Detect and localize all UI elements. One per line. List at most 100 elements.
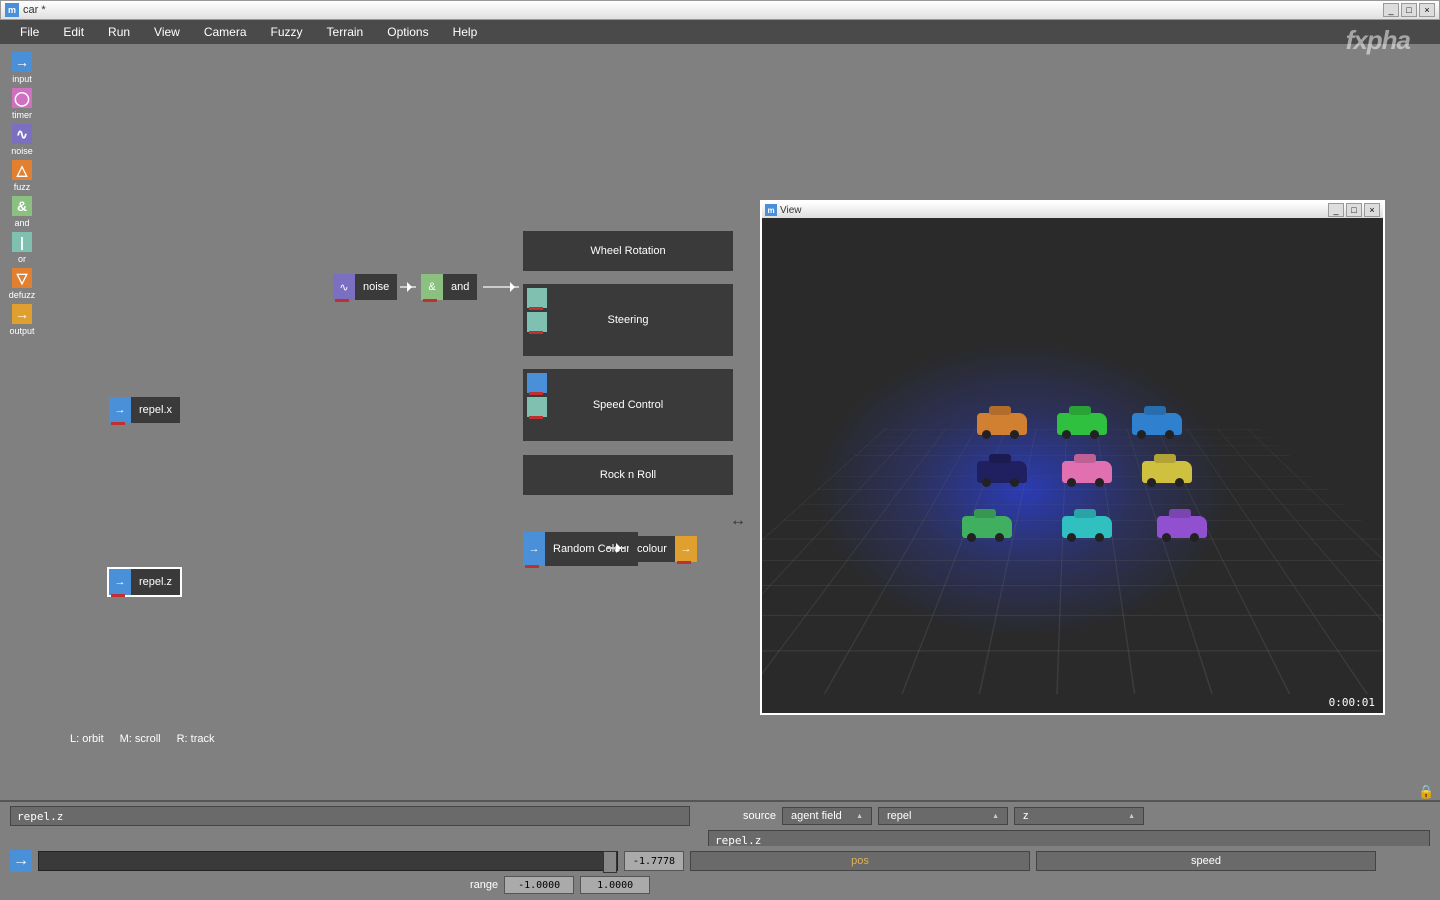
source-panel: 🔒 source agent field▲ repel▲ z▲	[0, 800, 1440, 846]
hint-middle: M: scroll	[120, 733, 161, 745]
node-label: noise	[355, 274, 397, 300]
tool-or[interactable]: |or	[12, 232, 32, 264]
range-max[interactable]: 1.0000	[580, 876, 650, 894]
hint-left: L: orbit	[70, 733, 104, 745]
minimize-button[interactable]: _	[1328, 203, 1344, 217]
group-label: Rock n Roll	[600, 469, 656, 481]
hint-right: R: track	[177, 733, 215, 745]
value-slider[interactable]	[38, 851, 618, 871]
car-agent[interactable]	[1157, 516, 1207, 538]
range-min[interactable]: -1.0000	[504, 876, 574, 894]
car-agent[interactable]	[962, 516, 1012, 538]
menu-fuzzy[interactable]: Fuzzy	[259, 25, 315, 39]
title-bar: m car * _ □ ×	[0, 0, 1440, 20]
slider-handle[interactable]	[603, 851, 617, 873]
and-icon: &	[421, 274, 443, 300]
tool-label: input	[12, 74, 32, 84]
tool-noise[interactable]: ∿ noise	[11, 124, 33, 156]
speed-button[interactable]: speed	[1036, 851, 1376, 871]
node-and[interactable]: & and	[421, 274, 477, 300]
menu-options[interactable]: Options	[375, 25, 440, 39]
chevron-up-icon: ▲	[856, 813, 863, 820]
node-noise[interactable]: ∿ noise	[333, 274, 397, 300]
car-agent[interactable]	[1132, 413, 1182, 435]
fuzz-icon: △	[12, 160, 32, 180]
tool-and[interactable]: &and	[12, 196, 32, 228]
tool-input[interactable]: → input	[12, 52, 32, 84]
group-label: Wheel Rotation	[590, 245, 665, 257]
menu-view[interactable]: View	[142, 25, 192, 39]
car-agent[interactable]	[1142, 461, 1192, 483]
node-repel-x[interactable]: → repel.x	[109, 397, 180, 423]
timer-icon: ◯	[12, 88, 32, 108]
or-icon	[527, 288, 547, 308]
tool-palette: → input ◯ timer ∿ noise △ fuzz&and |or ▽ defuzz → ou…	[6, 52, 38, 336]
noise-icon: ∿	[333, 274, 355, 300]
menu-file[interactable]: File	[8, 25, 51, 39]
menu-edit[interactable]: Edit	[51, 25, 96, 39]
car-agent[interactable]	[1062, 461, 1112, 483]
tool-label: defuzz	[9, 290, 36, 300]
tool-label: or	[18, 254, 26, 264]
slider-type-icon[interactable]: →	[10, 850, 32, 872]
group-speed-control[interactable]: Speed Control	[523, 369, 733, 441]
slider-value[interactable]: -1.7778	[624, 851, 684, 871]
view-window[interactable]: m View _ □ × 0:00:01	[760, 200, 1385, 715]
resize-handle-icon[interactable]: ↔	[730, 512, 746, 530]
group-wheel-rotation[interactable]: Wheel Rotation	[523, 231, 733, 271]
view-title: View	[780, 205, 1328, 216]
defuzz-icon: ▽	[12, 268, 32, 288]
group-label: Steering	[608, 314, 649, 326]
input-icon: →	[523, 532, 545, 566]
bottom-bar: → -1.7778 pos speed range -1.0000 1.0000	[0, 846, 1440, 900]
range-label: range	[470, 879, 498, 891]
watermark: fxpha	[1346, 25, 1410, 56]
maximize-button[interactable]: □	[1401, 3, 1417, 17]
source-select-3[interactable]: z▲	[1014, 807, 1144, 825]
window-title: car *	[23, 4, 1383, 16]
viewport-3d[interactable]: 0:00:01	[762, 218, 1383, 713]
car-agent[interactable]	[1062, 516, 1112, 538]
menu-run[interactable]: Run	[96, 25, 142, 39]
pos-button[interactable]: pos	[690, 851, 1030, 871]
tool-output[interactable]: → output	[9, 304, 34, 336]
tool-label: fuzz	[14, 182, 31, 192]
tool-timer[interactable]: ◯ timer	[12, 88, 32, 120]
chevron-up-icon: ▲	[992, 813, 999, 820]
view-titlebar[interactable]: m View _ □ ×	[762, 202, 1383, 218]
tool-defuzz[interactable]: ▽ defuzz	[9, 268, 36, 300]
menu-terrain[interactable]: Terrain	[315, 25, 376, 39]
tool-label: timer	[12, 110, 32, 120]
tool-label: output	[9, 326, 34, 336]
tool-label: noise	[11, 146, 33, 156]
source-select-2[interactable]: repel▲	[878, 807, 1008, 825]
car-agent[interactable]	[977, 413, 1027, 435]
input-icon: →	[12, 52, 32, 72]
maximize-button[interactable]: □	[1346, 203, 1362, 217]
logo-icon: m	[5, 3, 19, 17]
noise-icon: ∿	[12, 124, 32, 144]
car-agent[interactable]	[1057, 413, 1107, 435]
name-field-left[interactable]	[10, 806, 690, 826]
source-select-1[interactable]: agent field▲	[782, 807, 872, 825]
menubar: FileEditRunViewCameraFuzzyTerrainOptions…	[0, 20, 1440, 44]
car-agent[interactable]	[977, 461, 1027, 483]
connector	[483, 286, 519, 288]
close-button[interactable]: ×	[1364, 203, 1380, 217]
tool-fuzz[interactable]: △ fuzz	[12, 160, 32, 192]
menu-help[interactable]: Help	[441, 25, 490, 39]
tool-label: and	[14, 218, 29, 228]
close-button[interactable]: ×	[1419, 3, 1435, 17]
output-icon: →	[675, 536, 697, 562]
connector	[607, 547, 625, 549]
minimize-button[interactable]: _	[1383, 3, 1399, 17]
group-steering[interactable]: Steering	[523, 284, 733, 356]
output-icon: →	[12, 304, 32, 324]
node-repel-z[interactable]: → repel.z	[109, 569, 180, 595]
timecode: 0:00:01	[1329, 696, 1375, 709]
node-colour[interactable]: colour →	[629, 536, 697, 562]
source-label: source	[743, 810, 776, 822]
group-rock-n-roll[interactable]: Rock n Roll	[523, 455, 733, 495]
lock-icon[interactable]: 🔒	[1418, 784, 1432, 798]
menu-camera[interactable]: Camera	[192, 25, 259, 39]
